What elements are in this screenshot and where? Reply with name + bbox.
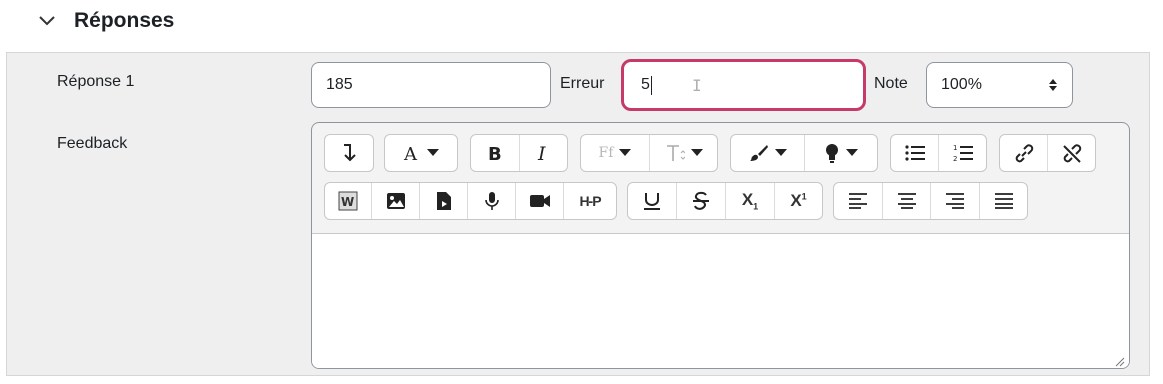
background-color-button[interactable] [731, 135, 805, 171]
dropdown-caret-icon [846, 149, 858, 156]
align-left-icon [849, 193, 867, 209]
align-justify-button[interactable] [980, 183, 1027, 219]
answer-label: Réponse 1 [57, 73, 135, 90]
highlight-button[interactable] [805, 135, 877, 171]
error-value: 5 [641, 76, 650, 93]
h5p-icon: H-P [579, 193, 601, 209]
font-size-button[interactable] [650, 135, 717, 171]
media-file-icon [436, 192, 451, 210]
chevron-down-icon[interactable] [36, 10, 58, 32]
svg-text:A: A [403, 144, 418, 162]
media-file-button[interactable] [420, 183, 468, 219]
record-video-button[interactable] [516, 183, 564, 219]
align-left-button[interactable] [834, 183, 883, 219]
word-import-button[interactable]: W [325, 183, 372, 219]
toolbar-group-font: Ff [580, 134, 718, 172]
error-input[interactable]: 5 [621, 59, 866, 111]
font-color-icon: A [403, 144, 418, 162]
paintbrush-icon [749, 145, 768, 161]
underline-button[interactable] [628, 183, 677, 219]
h5p-button[interactable]: H-P [564, 183, 616, 219]
dropdown-caret-icon [427, 149, 439, 156]
svg-text:1: 1 [953, 144, 957, 152]
unlink-icon [1062, 144, 1081, 163]
toolbar-row-1: A B I Ff 1 2 [324, 134, 1124, 172]
microphone-icon [484, 192, 499, 210]
bold-button[interactable]: B [471, 135, 520, 171]
superscript-button[interactable]: X1 [775, 183, 822, 219]
unordered-list-icon [904, 145, 925, 161]
lightbulb-icon [826, 144, 838, 163]
toolbar-group-lists: 12 [890, 134, 987, 172]
align-right-icon [946, 193, 964, 209]
toolbar-group-collapse [324, 134, 374, 172]
resize-handle-icon[interactable] [1115, 357, 1125, 367]
select-arrows-icon [1048, 78, 1058, 92]
svg-text:2: 2 [953, 155, 957, 162]
svg-text:B: B [488, 144, 502, 162]
note-value: 100% [941, 76, 982, 93]
word-import-icon: W [338, 191, 358, 211]
italic-button[interactable]: I [520, 135, 567, 171]
align-center-button[interactable] [883, 183, 931, 219]
underline-icon [644, 193, 660, 210]
toolbar-group-colors [730, 134, 878, 172]
section-header-reponses[interactable]: Réponses [36, 6, 174, 36]
italic-icon: I [537, 144, 546, 162]
video-camera-icon [529, 195, 550, 207]
feedback-content-area[interactable] [312, 233, 1129, 368]
font-family-icon: Ff [598, 145, 614, 161]
toolbar-row-2: W H-P X1 X1 [324, 182, 1124, 220]
unordered-list-button[interactable] [891, 135, 939, 171]
error-label: Erreur [560, 75, 605, 92]
toolbar-group-text-style: B I [470, 134, 568, 172]
answer-value: 185 [326, 76, 353, 93]
toolbar-group-font-color: A [384, 134, 458, 172]
toolbar-group-alignment [833, 182, 1028, 220]
strikethrough-icon [693, 191, 709, 210]
link-icon [1015, 144, 1033, 163]
dropdown-caret-icon [619, 149, 632, 156]
font-color-button[interactable]: A [385, 135, 457, 171]
answer-input[interactable]: 185 [311, 62, 551, 108]
toolbar-group-links [999, 134, 1096, 172]
align-right-button[interactable] [931, 183, 980, 219]
ordered-list-button[interactable]: 12 [939, 135, 986, 171]
collapse-toolbar-button[interactable] [325, 135, 373, 171]
image-icon [386, 193, 405, 209]
toolbar-group-media: W H-P [324, 182, 617, 220]
subscript-button[interactable]: X1 [726, 183, 775, 219]
ibeam-cursor-icon: I [692, 76, 702, 95]
ordered-list-icon: 12 [953, 144, 973, 162]
text-caret [650, 75, 652, 95]
strikethrough-button[interactable] [677, 183, 726, 219]
svg-text:I: I [537, 144, 546, 162]
image-button[interactable] [372, 183, 420, 219]
superscript-icon: X1 [790, 191, 807, 210]
dropdown-caret-icon [774, 149, 787, 156]
note-label: Note [874, 75, 908, 92]
align-center-icon [897, 193, 916, 209]
feedback-label: Feedback [57, 135, 128, 152]
svg-text:W: W [341, 195, 354, 209]
bold-icon: B [488, 144, 502, 162]
unlink-button[interactable] [1048, 135, 1095, 171]
feedback-editor: A B I Ff 1 2 W H-P X1 X1 [311, 122, 1130, 369]
section-title: Réponses [74, 9, 175, 32]
link-button[interactable] [1000, 135, 1048, 171]
font-size-icon [666, 145, 685, 161]
toolbar-group-formatting: X1 X1 [627, 182, 823, 220]
collapse-arrow-icon [344, 144, 356, 162]
subscript-icon: X1 [741, 190, 759, 212]
dropdown-caret-icon [690, 149, 703, 156]
note-select[interactable]: 100% [926, 62, 1073, 108]
font-family-button[interactable]: Ff [581, 135, 650, 171]
record-audio-button[interactable] [468, 183, 516, 219]
align-justify-icon [994, 193, 1013, 209]
